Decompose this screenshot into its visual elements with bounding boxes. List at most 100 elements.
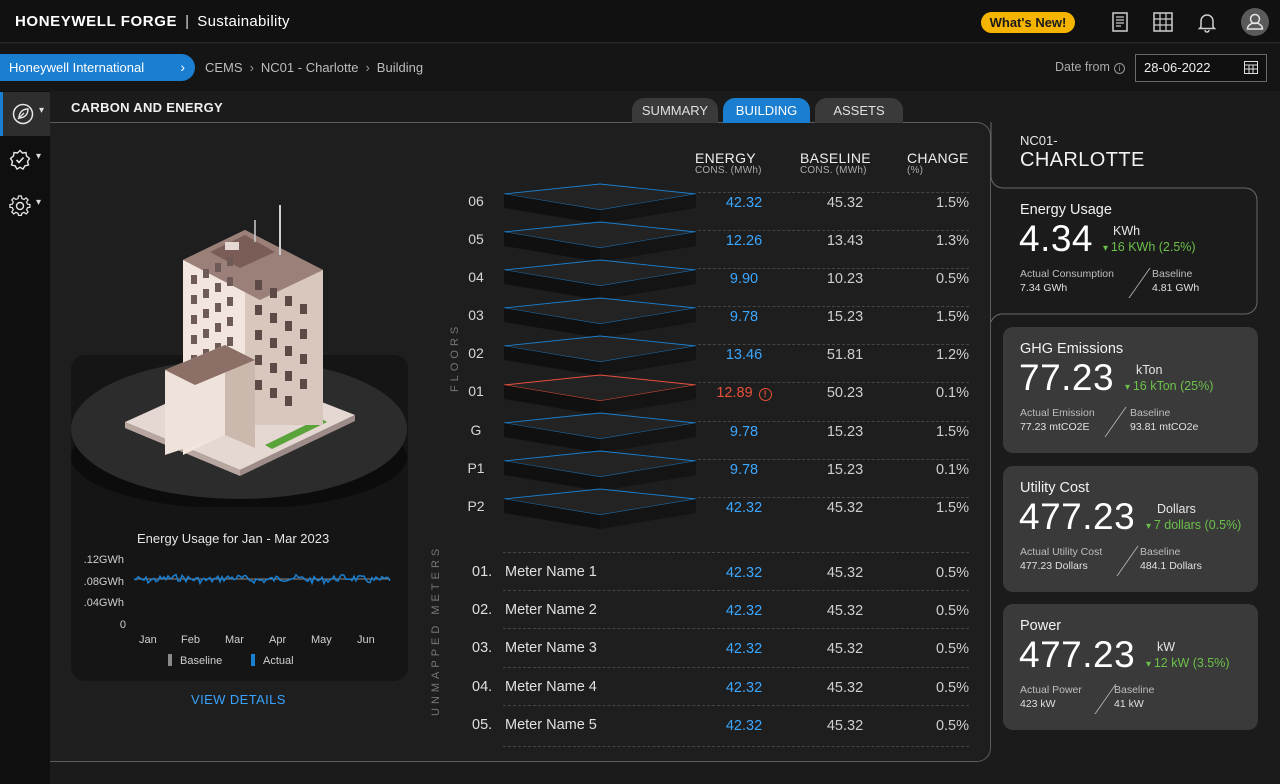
floor-label[interactable]: P1 [462, 460, 490, 476]
document-icon[interactable] [1108, 10, 1132, 34]
bell-icon[interactable] [1195, 10, 1219, 34]
nav-item-settings[interactable]: ▾ [0, 184, 50, 228]
date-input[interactable]: 28-06-2022 [1135, 54, 1267, 82]
floor-label[interactable]: 06 [462, 193, 490, 209]
row-divider [503, 746, 969, 747]
metric-baseline-value: 4.81 GWh [1152, 282, 1200, 294]
metric-title: Power [1020, 618, 1062, 634]
y-tick: .04GWh [83, 597, 124, 609]
metric-baseline-label: Baseline [1114, 684, 1155, 696]
grid-icon[interactable] [1151, 10, 1175, 34]
breadcrumb-item-building[interactable]: Building [377, 60, 423, 75]
meter-label[interactable]: 03. Meter Name 3 [472, 640, 597, 656]
floor-baseline-value: 15.23 [826, 424, 864, 440]
meter-number: 03. [472, 640, 493, 656]
nav-item-compliance[interactable]: ▾ [0, 138, 50, 182]
legend-actual: Actual [251, 654, 294, 667]
view-details-link[interactable]: VIEW DETAILS [191, 692, 286, 707]
meter-label[interactable]: 04. Meter Name 4 [472, 679, 597, 695]
user-avatar[interactable] [1241, 8, 1269, 36]
location-code: NC01- [1020, 133, 1058, 148]
metric-divider [1104, 407, 1127, 437]
breadcrumb: CEMS › NC01 - Charlotte › Building [205, 60, 423, 75]
breadcrumb-item-site[interactable]: NC01 - Charlotte [261, 60, 359, 75]
metric-card[interactable]: GHG Emissions 77.23 kTon ▾ 16 kTon (25%) Act… [1003, 327, 1258, 453]
user-icon [1246, 13, 1264, 30]
metric-delta: ▾ 16 KWh (2.5%) [1103, 240, 1196, 254]
x-tick: Feb [181, 634, 200, 646]
meter-change-value: 0.5% [935, 565, 969, 581]
alert-icon[interactable]: ! [758, 388, 772, 401]
column-header-change[interactable]: CHANGE (%) [907, 150, 969, 176]
x-tick: Jan [139, 634, 157, 646]
breadcrumb-item-cems[interactable]: CEMS [205, 60, 243, 75]
date-value: 28-06-2022 [1144, 60, 1211, 75]
floor-label[interactable]: 02 [462, 345, 490, 361]
metric-unit: kTon [1136, 363, 1163, 377]
meter-baseline-value: 45.32 [826, 641, 864, 657]
chevron-down-icon: ▾ [36, 197, 42, 208]
metric-baseline-value: 484.1 Dollars [1140, 560, 1202, 572]
legend-baseline: Baseline [168, 654, 222, 667]
metric-actual-label: Actual Utility Cost [1020, 546, 1103, 558]
x-tick: Mar [225, 634, 244, 646]
metric-value: 477.23 [1019, 634, 1136, 675]
tenant-selector[interactable]: Honeywell International › [0, 54, 195, 81]
floor-change-value: 0.5% [935, 271, 969, 287]
meter-label[interactable]: 01. Meter Name 1 [472, 564, 597, 580]
floor-change-value: 0.1% [935, 462, 969, 478]
meter-energy-value: 42.32 [725, 641, 763, 657]
tab-assets[interactable]: ASSETS [815, 98, 903, 123]
metric-card[interactable]: Energy Usage 4.34 KWh ▾ 16 KWh (2.5%) Actual… [1003, 188, 1258, 314]
metric-card[interactable]: Power 477.23 kW ▾ 12 kW (3.5%) Actual Power 4… [1003, 604, 1258, 730]
floor-baseline-value: 15.23 [826, 309, 864, 325]
energy-usage-chart-title: Energy Usage for Jan - Mar 2023 [137, 531, 330, 546]
meter-change-value: 0.5% [935, 680, 969, 696]
breadcrumb-separator: › [249, 60, 254, 75]
header-label: BASELINE [800, 150, 871, 166]
nav-item-carbon[interactable]: ▾ [0, 92, 50, 136]
column-header-baseline[interactable]: BASELINE CONS. (MWh) [800, 150, 871, 176]
metric-actual-value: 77.23 mtCO2E [1020, 421, 1090, 433]
brand-separator: | [185, 13, 190, 30]
metric-delta-text: 12 kW (3.5%) [1153, 656, 1230, 670]
row-divider [503, 552, 969, 553]
floor-energy-value: 9.78 [700, 424, 788, 440]
legend-swatch [251, 654, 255, 666]
breadcrumb-row: Honeywell International › CEMS › NC01 - Ch… [0, 44, 1280, 91]
meter-label[interactable]: 05. Meter Name 5 [472, 717, 597, 733]
header-label: ENERGY [695, 150, 756, 166]
floor-label[interactable]: 03 [462, 307, 490, 323]
brand-name: HONEYWELL FORGE [15, 13, 178, 30]
floor-change-value: 1.3% [935, 233, 969, 249]
whats-new-button[interactable]: What's New! [981, 12, 1075, 33]
meter-name: Meter Name 1 [505, 564, 597, 580]
info-icon[interactable]: i [1113, 63, 1125, 74]
floor-label[interactable]: 01 [462, 383, 490, 399]
column-header-energy[interactable]: ENERGY CONS. (MWh) [695, 150, 762, 176]
metric-card[interactable]: Utility Cost 477.23 Dollars ▾ 7 dollars (0.… [1003, 466, 1258, 592]
metric-title: Utility Cost [1020, 480, 1090, 496]
floor-energy-value: 42.32 [700, 500, 788, 516]
calendar-icon[interactable] [1244, 61, 1258, 74]
chevron-down-icon: ▾ [36, 151, 42, 162]
meter-label[interactable]: 02. Meter Name 2 [472, 602, 597, 618]
building-illustration[interactable] [115, 200, 365, 480]
metric-value: 4.34 [1019, 218, 1094, 259]
header-sublabel: CONS. (MWh) [695, 165, 762, 176]
tab-building[interactable]: BUILDING [723, 98, 810, 123]
tab-summary[interactable]: SUMMARY [632, 98, 718, 123]
floor-label[interactable]: 05 [462, 231, 490, 247]
floor-label[interactable]: 04 [462, 269, 490, 285]
triangle-down-icon: ▾ [1146, 521, 1154, 532]
metric-baseline-value: 41 kW [1114, 698, 1144, 710]
row-divider [698, 421, 969, 422]
floor-label[interactable]: P2 [462, 498, 490, 514]
floor-change-value: 1.5% [935, 424, 969, 440]
metric-delta-text: 16 KWh (2.5%) [1110, 240, 1196, 254]
meter-baseline-value: 45.32 [826, 680, 864, 696]
energy-value-text: 12.89 [716, 385, 753, 401]
row-divider [503, 628, 969, 629]
floor-label[interactable]: G [462, 422, 490, 438]
meter-energy-value: 42.32 [725, 680, 763, 696]
